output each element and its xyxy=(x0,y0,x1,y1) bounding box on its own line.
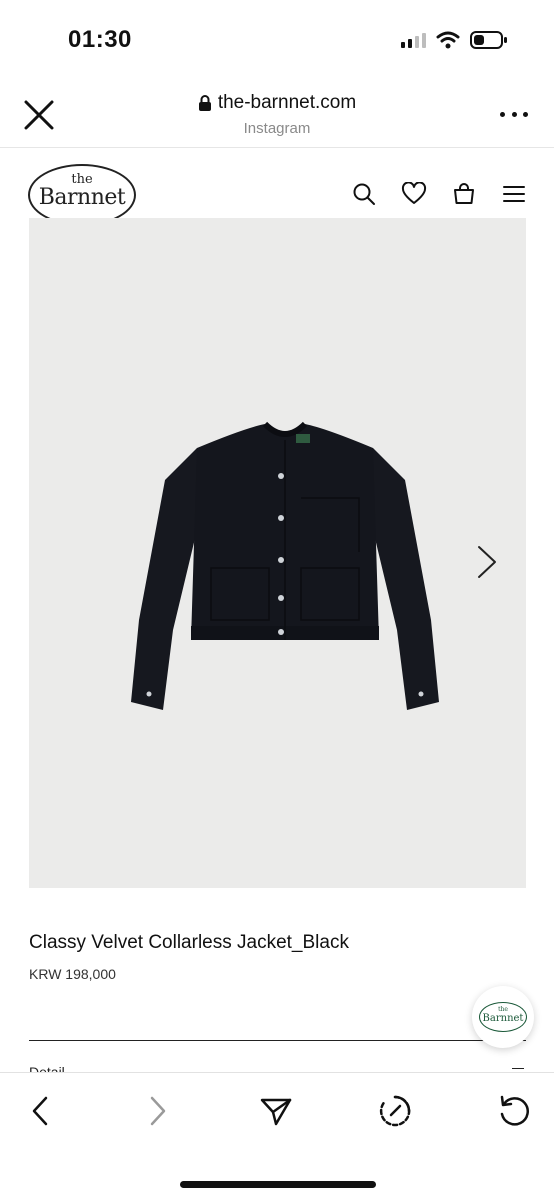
status-icons xyxy=(400,30,508,50)
speed-icon xyxy=(379,1095,411,1127)
more-button[interactable] xyxy=(500,102,528,126)
badge-logo-name: Barnnet xyxy=(482,1013,524,1024)
cart-button[interactable] xyxy=(450,180,478,208)
reload-button[interactable] xyxy=(496,1093,532,1129)
signal-icon xyxy=(401,33,426,48)
floating-chat-badge[interactable]: the Barnnet xyxy=(472,986,534,1048)
home-indicator[interactable] xyxy=(180,1181,376,1188)
reload-icon xyxy=(500,1095,529,1126)
forward-button[interactable] xyxy=(140,1093,176,1129)
wishlist-button[interactable] xyxy=(400,180,428,208)
status-time: 01:30 xyxy=(68,26,132,53)
share-icon xyxy=(260,1098,292,1126)
browser-header: the-barnnet.com Instagram xyxy=(0,80,554,148)
chevron-right-icon xyxy=(478,546,496,578)
divider xyxy=(29,1040,526,1041)
battery-icon xyxy=(470,31,507,49)
back-button[interactable] xyxy=(22,1093,58,1129)
product-image[interactable] xyxy=(29,218,526,888)
product-price: KRW 198,000 xyxy=(29,966,116,982)
menu-button[interactable] xyxy=(500,180,528,208)
site-nav-icons xyxy=(350,180,528,208)
next-image-button[interactable] xyxy=(476,544,498,580)
wifi-icon xyxy=(436,31,460,49)
badge-logo-the: the xyxy=(498,1006,508,1013)
badge-logo: the Barnnet xyxy=(479,1002,527,1032)
site-logo[interactable]: the Barnnet xyxy=(28,164,136,226)
bag-icon xyxy=(454,183,474,204)
site-header: the Barnnet xyxy=(0,148,554,226)
forward-icon xyxy=(150,1096,166,1126)
product-name: Classy Velvet Collarless Jacket_Black xyxy=(29,932,349,953)
detail-toggle-icon[interactable] xyxy=(512,1068,524,1069)
url-source: Instagram xyxy=(243,120,311,137)
url-block[interactable]: the-barnnet.com Instagram xyxy=(0,92,554,137)
heart-icon xyxy=(401,182,427,204)
more-icon xyxy=(500,111,505,117)
back-icon xyxy=(32,1096,48,1126)
bottom-toolbar xyxy=(0,1072,554,1200)
product-jacket-image xyxy=(131,421,439,710)
url-domain: the-barnnet.com xyxy=(217,92,357,113)
search-button[interactable] xyxy=(350,180,378,208)
share-button[interactable] xyxy=(258,1093,294,1129)
search-icon xyxy=(353,183,375,205)
speed-button[interactable] xyxy=(377,1093,413,1129)
menu-icon xyxy=(503,186,525,202)
logo-name: Barnnet xyxy=(38,185,126,210)
status-bar: 01:30 xyxy=(0,0,554,80)
lock-icon xyxy=(198,95,211,111)
